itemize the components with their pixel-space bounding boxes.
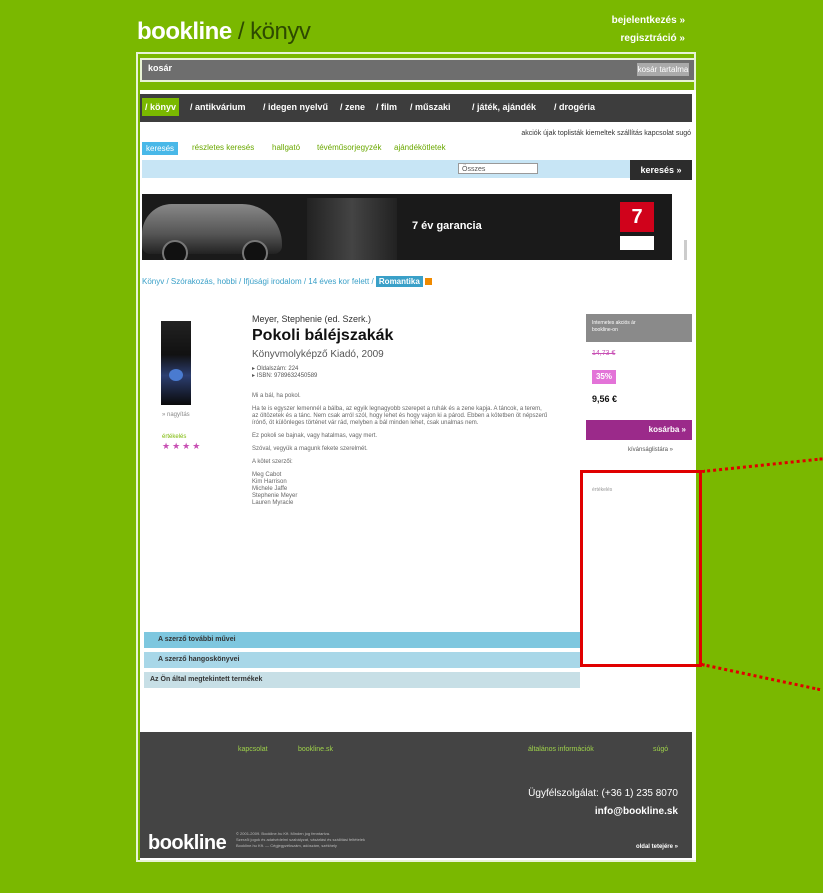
nav-item-idegen-nyelvu[interactable]: / idegen nyelvű: [263, 102, 328, 112]
nav-item-muszaki[interactable]: / műszaki: [410, 102, 451, 112]
search-button[interactable]: keresés »: [630, 160, 692, 180]
breadcrumb-current: Romantika: [375, 276, 423, 287]
wishlist-link[interactable]: kívánságlistára »: [628, 447, 673, 453]
price-header-label: Internetes akciós ár bookline-on: [592, 320, 636, 333]
author-list: Meg Cabot Kim Harrison Michele Jaffe Ste…: [252, 472, 548, 507]
footer-link-contact[interactable]: kapcsolat: [238, 746, 268, 753]
discount-badge: 35%: [592, 370, 616, 384]
nav-item-antikvarium[interactable]: / antikvárium: [190, 102, 246, 112]
register-link[interactable]: regisztráció »: [612, 30, 685, 48]
breadcrumb: Könyv / Szórakozás, hobbi / Ifjúsági iro…: [142, 276, 432, 287]
rating-label: értékelés: [162, 434, 187, 440]
enlarge-link[interactable]: » nagyítás: [162, 412, 190, 418]
search-input[interactable]: Összes: [142, 160, 630, 178]
login-link[interactable]: bejelentkezés »: [612, 12, 685, 30]
description-paragraph: A kötet szerzői:: [252, 459, 293, 465]
nav-item-zene[interactable]: / zene: [340, 102, 365, 112]
meta-isbn: ▸ ISBN: 9789632450589: [252, 373, 318, 379]
description-paragraph: Mi a bál, ha pokol.: [252, 393, 301, 399]
author-list-item: Meg Cabot: [252, 472, 282, 478]
tab-listener[interactable]: hallgató: [272, 143, 300, 152]
highlight-box: [580, 470, 702, 667]
callout-line-top: [702, 457, 823, 473]
nav-item-film[interactable]: / film: [376, 102, 397, 112]
description-paragraph: Ha te is egyszer lemennél a bálba, az eg…: [252, 406, 548, 426]
site-logo[interactable]: bookline / könyv: [137, 18, 311, 46]
book-title: Pokoli báléjszakák: [252, 327, 394, 344]
figure-image: [307, 198, 397, 260]
author-list-item: Michele Jaffe: [252, 486, 288, 492]
logo-main: bookline: [137, 18, 232, 45]
book-publisher[interactable]: Könyvmolyképző Kiadó, 2009: [252, 349, 384, 360]
price-header: Internetes akciós ár bookline-on: [586, 314, 692, 342]
wheel-icon: [162, 240, 188, 260]
copyright-line: Bookline.hu Kft. — Cégjegyzékszám, adósz…: [236, 843, 337, 848]
nav-item-drogeria[interactable]: / drogéria: [554, 102, 595, 112]
tab-advanced-search[interactable]: részletes keresés: [192, 143, 254, 152]
banner-text: 7 év garancia: [412, 220, 482, 232]
wheel-icon: [242, 240, 268, 260]
accordion-audiobooks[interactable]: A szerző hangoskönyvei: [144, 652, 580, 668]
warranty-badge: 7: [620, 202, 654, 232]
breadcrumb-path[interactable]: Könyv / Szórakozás, hobbi / Ifjúsági iro…: [142, 277, 374, 286]
cart-label: kosár: [148, 63, 173, 73]
copyright-text: © 2001-2009. Bookline.hu Kft. Minden jog…: [236, 831, 596, 849]
cart-button[interactable]: kosár tartalma: [637, 63, 689, 76]
rss-icon[interactable]: [424, 278, 432, 286]
support-email[interactable]: info@bookline.sk: [595, 806, 678, 817]
book-cover[interactable]: [161, 321, 191, 405]
logo-sub: / könyv: [231, 18, 311, 45]
nav-item-jatek[interactable]: / játék, ajándék: [472, 102, 536, 112]
footer-link-help[interactable]: súgó: [653, 746, 668, 753]
add-to-cart-button[interactable]: kosárba »: [586, 420, 692, 440]
book-meta: ▸ Oldalszám: 224 ▸ ISBN: 9789632450589: [252, 366, 317, 380]
author-list-item: Stephenie Meyer: [252, 493, 298, 499]
category-select[interactable]: Összes: [458, 163, 538, 174]
meta-pages: ▸ Oldalszám: 224: [252, 366, 299, 372]
back-to-top-link[interactable]: oldal tetejére »: [636, 844, 678, 850]
banner-scrollbar[interactable]: [684, 240, 687, 260]
callout-line-bottom: [701, 663, 821, 692]
footer-link-general-info[interactable]: általános információk: [528, 746, 594, 753]
utility-links[interactable]: akciók újak toplisták kiemeltek szállítá…: [521, 130, 691, 137]
support-phone: Ügyfélszolgálat: (+36 1) 235 8070: [528, 788, 678, 799]
cover-art: [169, 369, 183, 381]
footer-link-bookline-sk[interactable]: bookline.sk: [298, 746, 333, 753]
description-paragraph: Ez pokoli se bajnak, vagy hatalmas, vagy…: [252, 433, 378, 439]
author-list-item: Lauren Myracle: [252, 500, 294, 506]
brand-logo: [620, 236, 654, 250]
footer-logo: bookline: [148, 832, 227, 854]
account-links: bejelentkezés » regisztráció »: [612, 12, 685, 48]
old-price: 14,73 €: [592, 350, 616, 357]
description-paragraph: Szóval, vegyük a magunk fekete szerelmét…: [252, 446, 368, 452]
tab-search[interactable]: keresés: [142, 142, 179, 155]
accordion-author-books[interactable]: A szerző további művei: [144, 632, 580, 648]
main-nav: / könyv / antikvárium / idegen nyelvű / …: [140, 94, 692, 122]
rating-stars[interactable]: ★★★★: [162, 441, 202, 452]
nav-item-konyv[interactable]: / könyv: [142, 98, 180, 116]
site-footer: kapcsolat bookline.sk általános informác…: [140, 732, 692, 858]
book-description: Mi a bál, ha pokol. Ha te is egyszer lem…: [252, 393, 548, 507]
tab-gift-ideas[interactable]: ajándékötletek: [394, 143, 446, 152]
promo-banner[interactable]: 7 év garancia 7: [142, 194, 672, 260]
tab-tv-guide[interactable]: tévéműsorjegyzék: [317, 143, 381, 152]
cart-bar: kosár kosár tartalma: [140, 58, 696, 82]
accordion-viewed-products[interactable]: Az Ön által megtekintett termékek: [144, 672, 580, 688]
current-price: 9,56 €: [592, 394, 618, 404]
author-list-item: Kim Harrison: [252, 479, 287, 485]
book-author[interactable]: Meyer, Stephenie (ed. Szerk.): [252, 314, 371, 324]
